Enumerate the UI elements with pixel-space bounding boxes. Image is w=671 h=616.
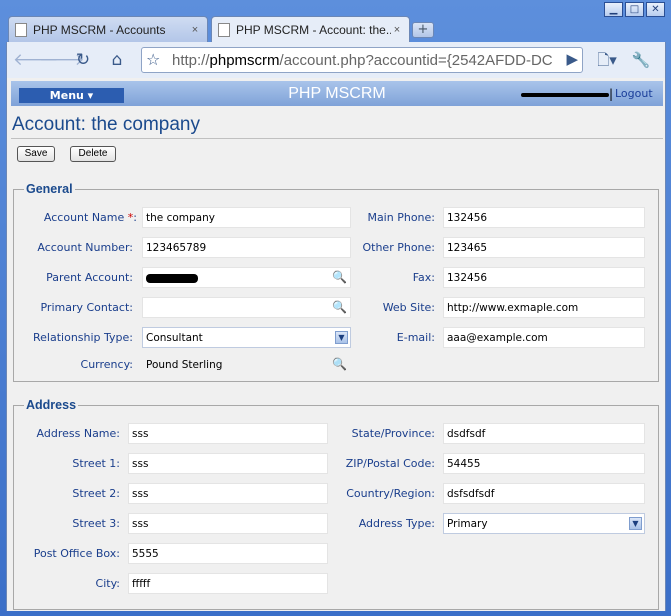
divider	[11, 138, 663, 139]
url-text[interactable]: http://phpmscrm/account.php?accountid={2…	[172, 52, 552, 69]
tab-close-icon[interactable]: ×	[189, 24, 201, 36]
account-number-field[interactable]: 123465789	[142, 237, 351, 258]
relationship-type-label: Relationship Type:	[33, 331, 133, 344]
zip-field[interactable]: 54455	[443, 453, 645, 474]
url-path: /account.php?accountid={2542AFDD-DC9C	[279, 52, 552, 69]
new-tab-button[interactable]: +	[412, 22, 434, 38]
tab-strip: PHP MSCRM - Accounts × PHP MSCRM - Accou…	[6, 16, 666, 43]
primary-contact-field[interactable]: 🔍	[142, 297, 351, 318]
currency-label: Currency:	[80, 358, 133, 371]
tab-accounts[interactable]: PHP MSCRM - Accounts ×	[8, 16, 208, 42]
user-name-redacted	[521, 93, 609, 97]
page-title: Account: the company	[12, 114, 200, 135]
home-icon[interactable]: ⌂	[105, 48, 129, 72]
web-site-field[interactable]: http://www.exmaple.com	[443, 297, 645, 318]
page-favicon-icon	[15, 22, 27, 37]
tab-account-detail[interactable]: PHP MSCRM - Account: the... ×	[211, 16, 410, 43]
account-name-label: Account Name *:	[43, 211, 137, 224]
po-box-field[interactable]: 5555	[128, 543, 328, 564]
zip-label: ZIP/Postal Code:	[345, 457, 435, 470]
minimize-icon[interactable]: ▁	[604, 2, 623, 17]
close-window-icon[interactable]: ✕	[646, 2, 665, 17]
maximize-icon[interactable]: □	[625, 2, 644, 17]
main-phone-label: Main Phone:	[367, 211, 435, 224]
wrench-icon[interactable]: 🔧▾	[629, 48, 653, 93]
account-name-label-text: Account Name	[43, 211, 125, 224]
currency-value: Pound Sterling	[146, 359, 223, 371]
street2-field[interactable]: sss	[128, 483, 328, 504]
account-name-field[interactable]: the company	[142, 207, 351, 228]
street3-field[interactable]: sss	[128, 513, 328, 534]
street1-field[interactable]: sss	[128, 453, 328, 474]
search-icon[interactable]: 🔍	[332, 357, 347, 371]
other-phone-label: Other Phone:	[362, 241, 435, 254]
star-icon[interactable]: ☆	[146, 50, 160, 69]
address-type-select[interactable]: Primary ▼	[443, 513, 645, 534]
url-scheme: http://	[172, 52, 210, 69]
header-separator: |	[609, 87, 614, 101]
city-label: City:	[95, 577, 120, 590]
state-field[interactable]: dsdfsdf	[443, 423, 645, 444]
page-content: Menu ▾ PHP MSCRM | Logout Account: the c…	[6, 78, 666, 611]
chevron-down-icon[interactable]: ▼	[629, 517, 642, 530]
app-header: Menu ▾ PHP MSCRM | Logout	[11, 81, 663, 106]
page-icon[interactable]: 🗋▾	[595, 48, 619, 72]
fax-field[interactable]: 132456	[443, 267, 645, 288]
address-type-value: Primary	[447, 518, 488, 530]
reload-icon[interactable]: ↻	[71, 48, 95, 72]
back-arrow-icon[interactable]: 🡐	[13, 48, 59, 72]
other-phone-field[interactable]: 123465	[443, 237, 645, 258]
parent-account-label: Parent Account:	[46, 271, 133, 284]
fax-label: Fax:	[412, 271, 435, 284]
street1-label: Street 1:	[72, 457, 120, 470]
address-legend: Address	[26, 398, 77, 412]
email-field[interactable]: aaa@example.com	[443, 327, 645, 348]
main-phone-field[interactable]: 132456	[443, 207, 645, 228]
web-site-label: Web Site:	[382, 301, 435, 314]
street3-label: Street 3:	[72, 517, 120, 530]
url-host: phpmscrm	[209, 52, 280, 69]
browser-toolbar: 🡐 🡒 ↻ ⌂ ☆ http://phpmscrm/account.php?ac…	[6, 42, 666, 93]
window-controls: ▁ □ ✕	[604, 2, 665, 17]
relationship-type-select[interactable]: Consultant ▼	[142, 327, 351, 348]
browser-window: ▁ □ ✕ PHP MSCRM - Accounts × PHP MSCRM -…	[0, 0, 671, 616]
required-marker: *	[127, 211, 134, 224]
address-name-label: Address Name:	[36, 427, 120, 440]
city-field[interactable]: fffff	[128, 573, 328, 594]
window-bottom-border	[0, 611, 671, 616]
country-field[interactable]: dsfsdfsdf	[443, 483, 645, 504]
address-name-field[interactable]: sss	[128, 423, 328, 444]
logout-link[interactable]: Logout	[615, 87, 653, 100]
parent-account-field[interactable]: 🔍	[142, 267, 351, 288]
tab-label: PHP MSCRM - Accounts	[33, 22, 166, 37]
address-type-label: Address Type:	[358, 517, 435, 530]
play-icon[interactable]: ▶	[566, 50, 578, 68]
country-label: Country/Region:	[346, 487, 435, 500]
state-label: State/Province:	[351, 427, 435, 440]
account-number-label: Account Number:	[37, 241, 133, 254]
save-button[interactable]: Save	[17, 146, 55, 162]
delete-button[interactable]: Delete	[70, 146, 116, 162]
general-legend: General	[26, 182, 73, 196]
forward-arrow-icon[interactable]: 🡒	[39, 48, 85, 72]
tab-close-icon[interactable]: ×	[391, 24, 403, 36]
street2-label: Street 2:	[72, 487, 120, 500]
page-favicon-icon	[218, 23, 230, 37]
currency-field[interactable]: Pound Sterling 🔍	[142, 354, 351, 375]
relationship-type-value: Consultant	[146, 332, 203, 344]
address-bar[interactable]: ☆ http://phpmscrm/account.php?accountid=…	[141, 47, 583, 73]
redacted-value	[146, 273, 198, 283]
tab-label: PHP MSCRM - Account: the...	[236, 23, 391, 37]
po-box-label: Post Office Box:	[33, 547, 120, 560]
primary-contact-label: Primary Contact:	[40, 301, 133, 314]
email-label: E-mail:	[396, 331, 435, 344]
